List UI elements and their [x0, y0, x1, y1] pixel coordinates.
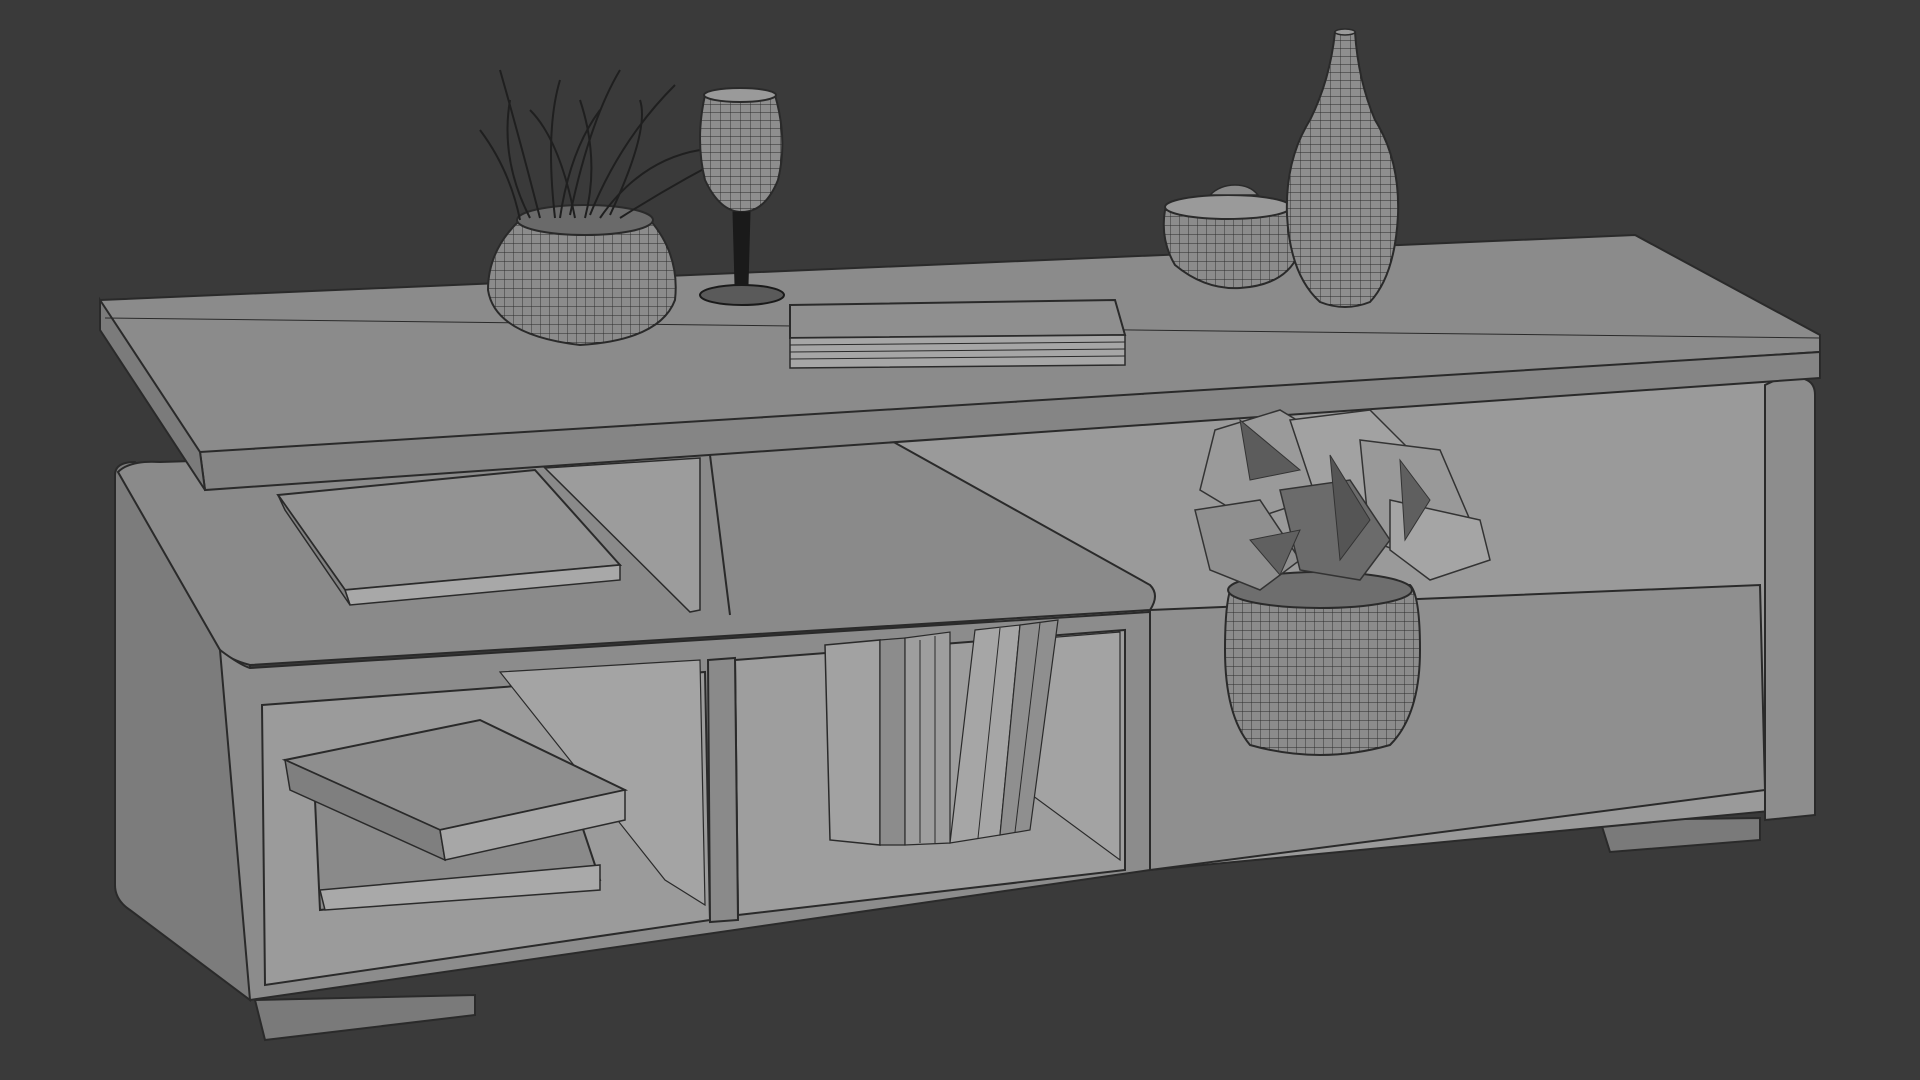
- book-on-tabletop: [789, 298, 1127, 369]
- tall-vase-tabletop: [1285, 28, 1400, 308]
- books-upright-middle-compartment: [824, 619, 1059, 846]
- table-foot-front: [253, 993, 476, 1042]
- compartment-divider: [706, 656, 740, 924]
- 3d-viewport[interactable]: [0, 0, 1920, 1080]
- small-bowl-vase-tabletop: [1162, 184, 1302, 290]
- table-right-end-panel: [1764, 377, 1816, 822]
